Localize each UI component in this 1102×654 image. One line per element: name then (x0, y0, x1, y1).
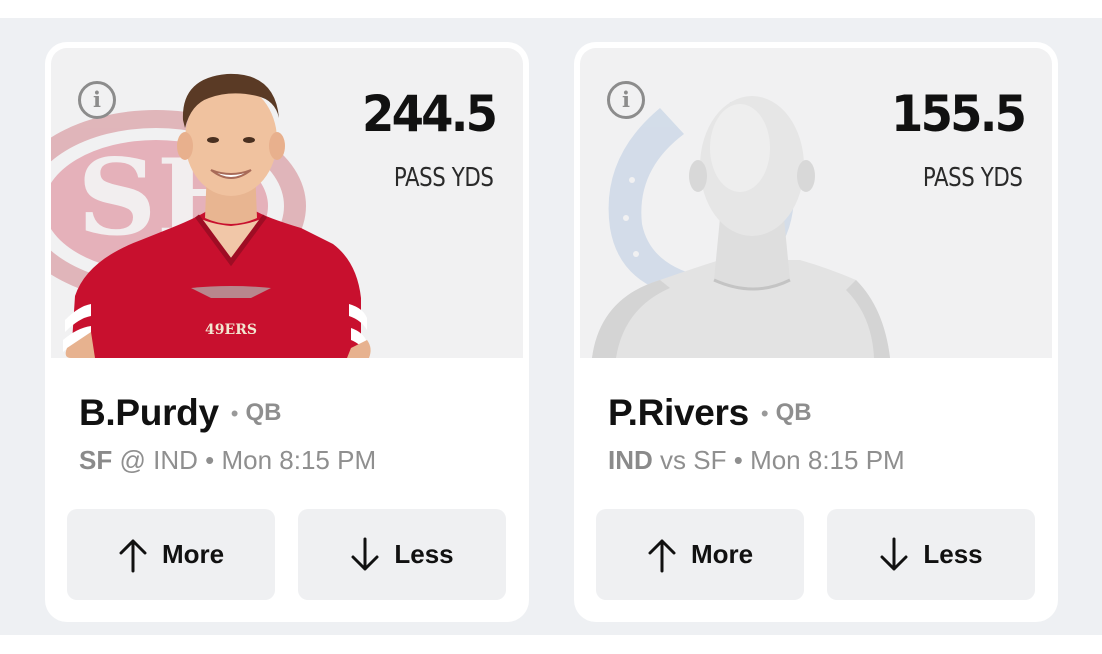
opponent-team: SF (693, 445, 727, 475)
prop-card-purdy[interactable]: SF 49ERS i 244.5 PASS YDS B.Purdy • QB S… (45, 42, 529, 622)
less-button[interactable]: Less (827, 509, 1035, 600)
arrow-down-icon (880, 537, 908, 570)
less-button[interactable]: Less (298, 509, 506, 600)
separator-dot: • (205, 445, 215, 475)
player-team: SF (79, 445, 113, 475)
more-label: More (161, 539, 225, 569)
arrow-down-icon (351, 537, 379, 570)
separator-dot: • (230, 401, 239, 426)
player-name: B.Purdy (79, 392, 219, 433)
player-team: IND (608, 445, 653, 475)
info-icon[interactable]: i (78, 81, 116, 119)
more-button[interactable]: More (596, 509, 804, 600)
arrow-up-icon (119, 539, 147, 572)
less-label: Less (923, 539, 983, 569)
matchup-line: SF @ IND • Mon 8:15 PM (79, 445, 376, 476)
more-label: More (690, 539, 754, 569)
separator-dot: • (733, 445, 743, 475)
more-button[interactable]: More (67, 509, 275, 600)
matchup-separator: @ (119, 445, 146, 475)
stat-label: PASS YDS (393, 163, 493, 193)
player-position: QB (245, 399, 282, 426)
separator-dot: • (760, 401, 769, 426)
player-name: P.Rivers (608, 392, 749, 433)
jersey-text: 49ERS (205, 322, 257, 338)
opponent-team: IND (153, 445, 198, 475)
info-icon[interactable]: i (607, 81, 645, 119)
player-name-row: B.Purdy • QB (79, 392, 281, 434)
prop-card-rivers[interactable]: i 155.5 PASS YDS P.Rivers • QB IND vs SF… (574, 42, 1058, 622)
game-time: Mon 8:15 PM (750, 445, 905, 475)
less-label: Less (394, 539, 454, 569)
player-hero: i 155.5 PASS YDS (580, 48, 1052, 358)
line-value: 244.5 (361, 85, 498, 143)
game-time: Mon 8:15 PM (221, 445, 377, 475)
player-position: QB (775, 399, 812, 426)
arrow-up-icon (648, 539, 676, 572)
stat-label: PASS YDS (922, 163, 1022, 193)
matchup-separator: vs (660, 445, 687, 475)
line-value: 155.5 (890, 85, 1027, 143)
matchup-line: IND vs SF • Mon 8:15 PM (608, 445, 905, 476)
player-name-row: P.Rivers • QB (608, 392, 812, 434)
player-hero: SF 49ERS i 244.5 PASS YDS (51, 48, 523, 358)
